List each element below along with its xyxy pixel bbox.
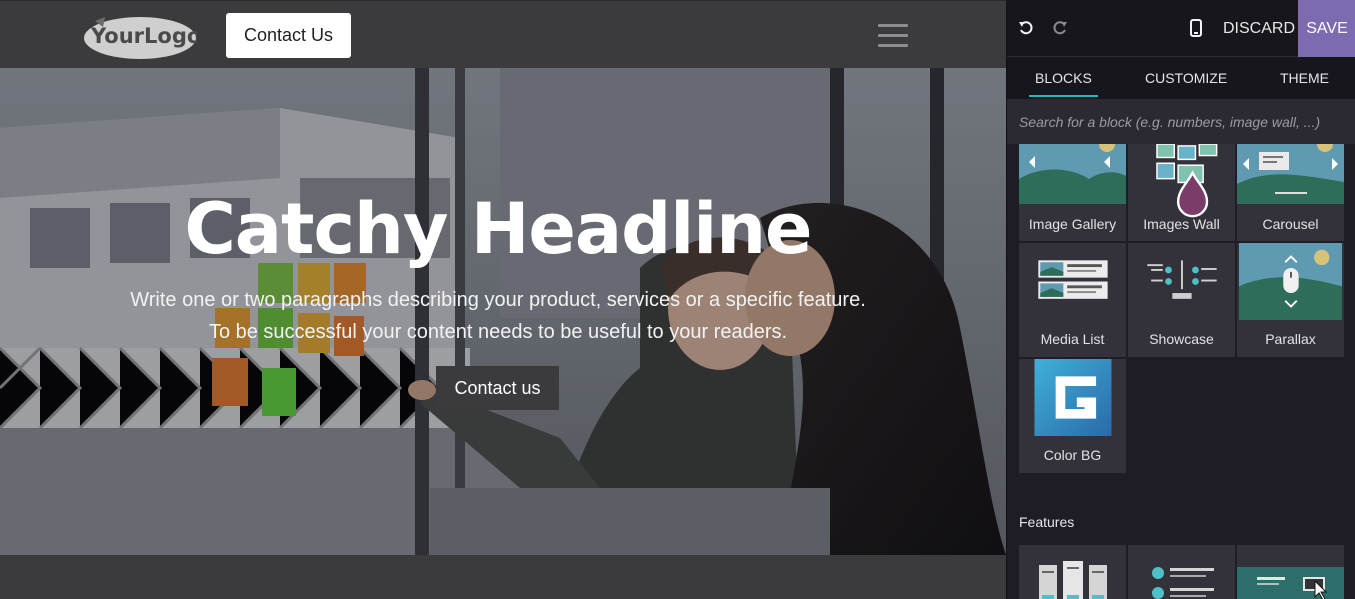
features-section-title: Features: [1019, 514, 1075, 530]
block-label: Images Wall: [1143, 216, 1220, 232]
hero-paragraph[interactable]: Write one or two paragraphs describing y…: [0, 284, 996, 348]
features-media-thumbnail: [1237, 567, 1344, 599]
site-logo[interactable]: YourLogo: [83, 13, 201, 59]
block-color-bg[interactable]: Color BG: [1019, 359, 1126, 473]
tab-blocks[interactable]: BLOCKS: [1029, 57, 1098, 99]
block-carousel[interactable]: Carousel: [1237, 144, 1344, 241]
hero-paragraph-line1: Write one or two paragraphs describing y…: [130, 289, 866, 311]
block-label: Carousel: [1262, 216, 1319, 232]
block-label: Color BG: [1043, 447, 1102, 463]
undo-icon[interactable]: [1015, 17, 1037, 39]
next-section: [0, 555, 1006, 599]
hero-paragraph-line2: To be successful your content needs to b…: [208, 321, 788, 343]
block-label: Media List: [1040, 331, 1105, 347]
block-features-1[interactable]: [1019, 545, 1126, 599]
mobile-preview-icon[interactable]: [1185, 17, 1207, 39]
media-list-thumbnail: [1038, 260, 1108, 299]
save-button[interactable]: SAVE: [1298, 0, 1355, 57]
hero-contact-button[interactable]: Contact us: [436, 366, 559, 410]
block-label: Parallax: [1265, 331, 1316, 347]
website-preview: YourLogo Contact Us Catchy Headline Writ…: [0, 0, 1006, 599]
features-list-thumbnail: [1152, 567, 1214, 599]
image-gallery-thumbnail: [1019, 144, 1126, 204]
hero-section: Catchy Headline Write one or two paragra…: [0, 68, 1006, 555]
parallax-thumbnail: [1239, 243, 1342, 320]
hamburger-menu-icon[interactable]: [878, 24, 908, 48]
block-search: [1007, 99, 1355, 144]
block-label: Showcase: [1149, 331, 1214, 347]
block-parallax[interactable]: Parallax: [1237, 243, 1344, 357]
showcase-thumbnail: [1147, 260, 1217, 299]
block-image-gallery[interactable]: Image Gallery: [1019, 144, 1126, 241]
block-features-2[interactable]: [1128, 545, 1235, 599]
carousel-thumbnail: [1237, 144, 1344, 204]
block-label: Image Gallery: [1028, 216, 1117, 232]
editor-toolbar: DISCARD SAVE: [1007, 0, 1355, 57]
editor-panel: DISCARD SAVE BLOCKS CUSTOMIZE THEME Imag…: [1006, 0, 1355, 599]
blocks-list: Image Gallery Images Wall Carousel Media…: [1007, 144, 1355, 599]
images-wall-thumbnail: [1156, 144, 1218, 218]
color-bg-thumbnail: [1034, 359, 1112, 436]
logo-text: YourLogo: [90, 24, 197, 48]
block-showcase[interactable]: Showcase: [1128, 243, 1235, 357]
block-search-input[interactable]: [1007, 99, 1355, 144]
discard-button[interactable]: DISCARD: [1223, 0, 1295, 57]
tab-theme[interactable]: THEME: [1280, 57, 1329, 99]
block-features-3[interactable]: [1237, 545, 1344, 599]
redo-icon[interactable]: [1049, 17, 1071, 39]
block-images-wall[interactable]: Images Wall: [1128, 144, 1235, 241]
hero-headline[interactable]: Catchy Headline: [0, 188, 996, 270]
features-columns-thumbnail: [1039, 561, 1107, 599]
tab-customize[interactable]: CUSTOMIZE: [1145, 57, 1227, 99]
editor-tabs: BLOCKS CUSTOMIZE THEME: [1007, 57, 1355, 99]
block-media-list[interactable]: Media List: [1019, 243, 1126, 357]
site-header: YourLogo Contact Us: [0, 0, 1006, 68]
header-contact-button[interactable]: Contact Us: [226, 13, 351, 58]
